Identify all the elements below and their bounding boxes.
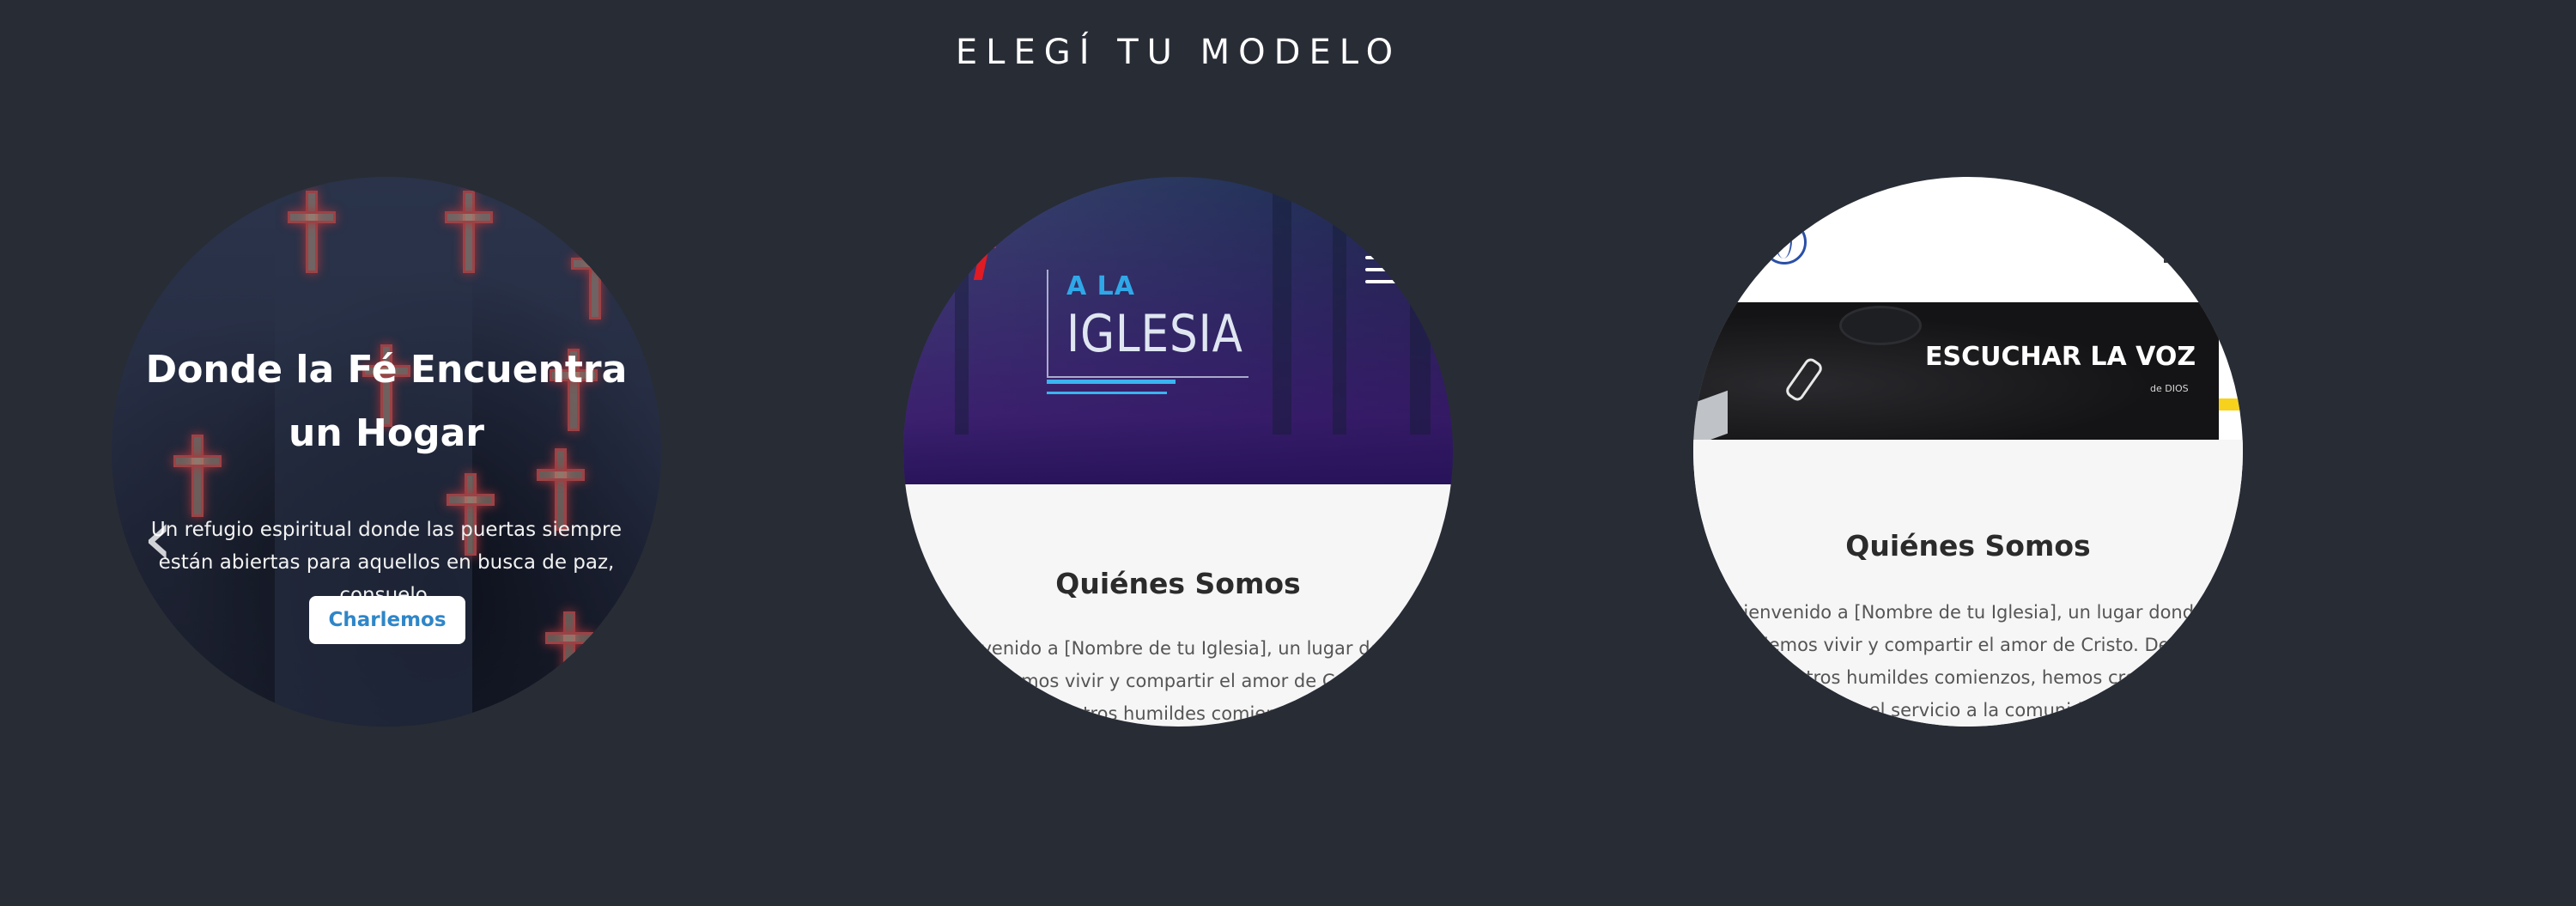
- model-card-1[interactable]: Donde la Fé Encuentra un Hogar Un refugi…: [112, 177, 661, 727]
- chevron-left-icon[interactable]: ‹: [143, 500, 173, 577]
- about-paragraph: Bienvenido a [Nombre de tu Iglesia], un …: [1693, 596, 2243, 727]
- paragraph-line: Bienvenido a [Nombre de tu Iglesia], un …: [1731, 602, 2205, 623]
- logo-big-text: IGLESIA: [1066, 304, 1243, 364]
- hamburger-icon[interactable]: [1365, 256, 1398, 292]
- globe-icon: [1762, 220, 1807, 265]
- charlemos-button[interactable]: Charlemos: [309, 596, 465, 644]
- banner-subtitle: de DIOS: [2150, 383, 2189, 394]
- paragraph-line: podemos vivir y compartir el amor de Cri…: [1735, 635, 2202, 655]
- hero-heading: Donde la Fé Encuentra un Hogar: [145, 348, 628, 455]
- tree-trunk: [1273, 177, 1291, 435]
- logo-underline: [1047, 392, 1167, 394]
- coffee-cup-icon: [1839, 306, 1922, 345]
- about-paragraph: Bienvenido a [Nombre de tu Iglesia], un …: [903, 632, 1453, 727]
- church-logo-bar: [970, 240, 996, 248]
- about-heading: Quiénes Somos: [1055, 567, 1301, 600]
- tree-trunk: [955, 177, 969, 435]
- model-card-3[interactable]: ESCUCHAR LA VOZ de DIOS Quiénes Somos Bi…: [1693, 177, 2243, 727]
- logo-underline: [1047, 380, 1176, 384]
- yellow-accent: [2219, 398, 2243, 410]
- menu-icon[interactable]: [2164, 259, 2190, 263]
- section-title: ELEGÍ TU MODELO: [955, 33, 1402, 72]
- logo-small-text: A LA: [1066, 271, 1135, 301]
- tree-trunk: [1410, 177, 1431, 435]
- paragraph-line: podemos vivir y compartir el amor de Cri…: [975, 671, 1381, 691]
- paragraph-line: con el servicio a la comunidad: [1831, 700, 2105, 721]
- paragraph-line: nuestros humildes comienzos, hemos creci…: [1762, 667, 2174, 688]
- about-heading: Quiénes Somos: [1845, 529, 2091, 562]
- paragraph-line: Bienvenido a [Nombre de tu Iglesia], un …: [941, 638, 1415, 659]
- paragraph-line: Desde nuestros humildes comienzos, hemos: [976, 703, 1380, 724]
- model-card-2[interactable]: A LA IGLESIA Quiénes Somos Bienvenido a …: [903, 177, 1453, 727]
- tree-trunk: [1333, 177, 1346, 435]
- banner-title: ESCUCHAR LA VOZ: [1925, 342, 2196, 372]
